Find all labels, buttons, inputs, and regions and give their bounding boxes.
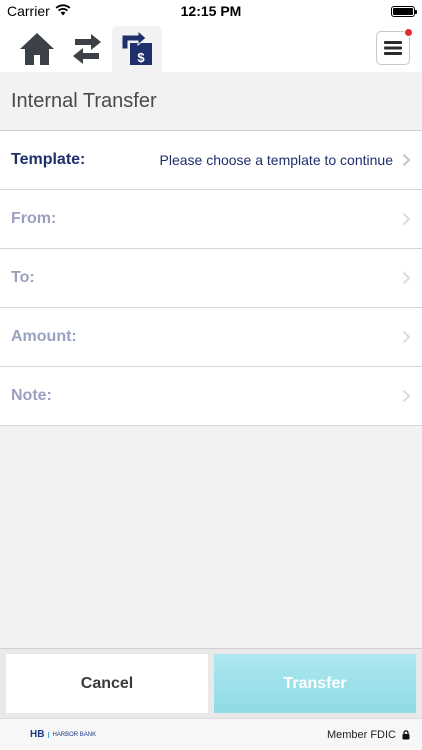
wifi-icon — [55, 3, 71, 19]
logo-name: HARBOR BANK — [48, 731, 96, 738]
template-value: Please choose a template to continue — [159, 152, 394, 168]
template-row[interactable]: Template: Please choose a template to co… — [0, 131, 422, 190]
amount-row[interactable]: Amount: — [0, 308, 422, 367]
tab-home[interactable] — [12, 26, 62, 72]
battery-icon — [391, 5, 417, 17]
cancel-button[interactable]: Cancel — [6, 654, 208, 713]
chevron-right-icon — [402, 153, 411, 167]
menu-button[interactable] — [376, 28, 413, 65]
amount-label: Amount: — [11, 328, 77, 345]
footer: HB HARBOR BANK Member FDIC — [0, 718, 422, 750]
notification-dot — [404, 28, 413, 37]
status-bar: Carrier 12:15 PM — [0, 0, 422, 22]
page-header: Internal Transfer — [0, 72, 422, 131]
home-icon — [20, 33, 54, 65]
from-label: From: — [11, 210, 57, 227]
fdic-notice: Member FDIC — [327, 729, 410, 741]
status-left: Carrier — [7, 3, 71, 19]
transfer-button[interactable]: Transfer — [214, 654, 416, 713]
lock-icon — [402, 729, 410, 739]
svg-text:$: $ — [137, 50, 145, 65]
internal-transfer-icon: $ — [121, 31, 152, 65]
from-row[interactable]: From: — [0, 190, 422, 249]
logo-initials: HB — [30, 729, 45, 740]
nav-bar: $ — [0, 22, 422, 72]
to-label: To: — [11, 269, 35, 286]
to-row[interactable]: To: — [0, 249, 422, 308]
template-label: Template: — [11, 151, 86, 168]
note-row[interactable]: Note: — [0, 367, 422, 426]
tab-transfers[interactable] — [62, 26, 112, 72]
chevron-right-icon — [402, 389, 411, 403]
bank-logo: HB HARBOR BANK — [30, 729, 96, 740]
carrier-label: Carrier — [7, 3, 50, 19]
transfer-form: Template: Please choose a template to co… — [0, 131, 422, 426]
action-bar: Cancel Transfer — [0, 648, 422, 718]
hamburger-menu-icon — [384, 41, 402, 55]
chevron-right-icon — [402, 330, 411, 344]
note-label: Note: — [11, 387, 52, 404]
member-fdic-label: Member FDIC — [326, 728, 396, 741]
chevron-right-icon — [402, 271, 411, 285]
chevron-right-icon — [402, 212, 411, 226]
tab-internal-transfer[interactable]: $ — [112, 26, 162, 72]
transfer-arrows-icon — [73, 34, 101, 64]
page-title: Internal Transfer — [11, 89, 157, 112]
